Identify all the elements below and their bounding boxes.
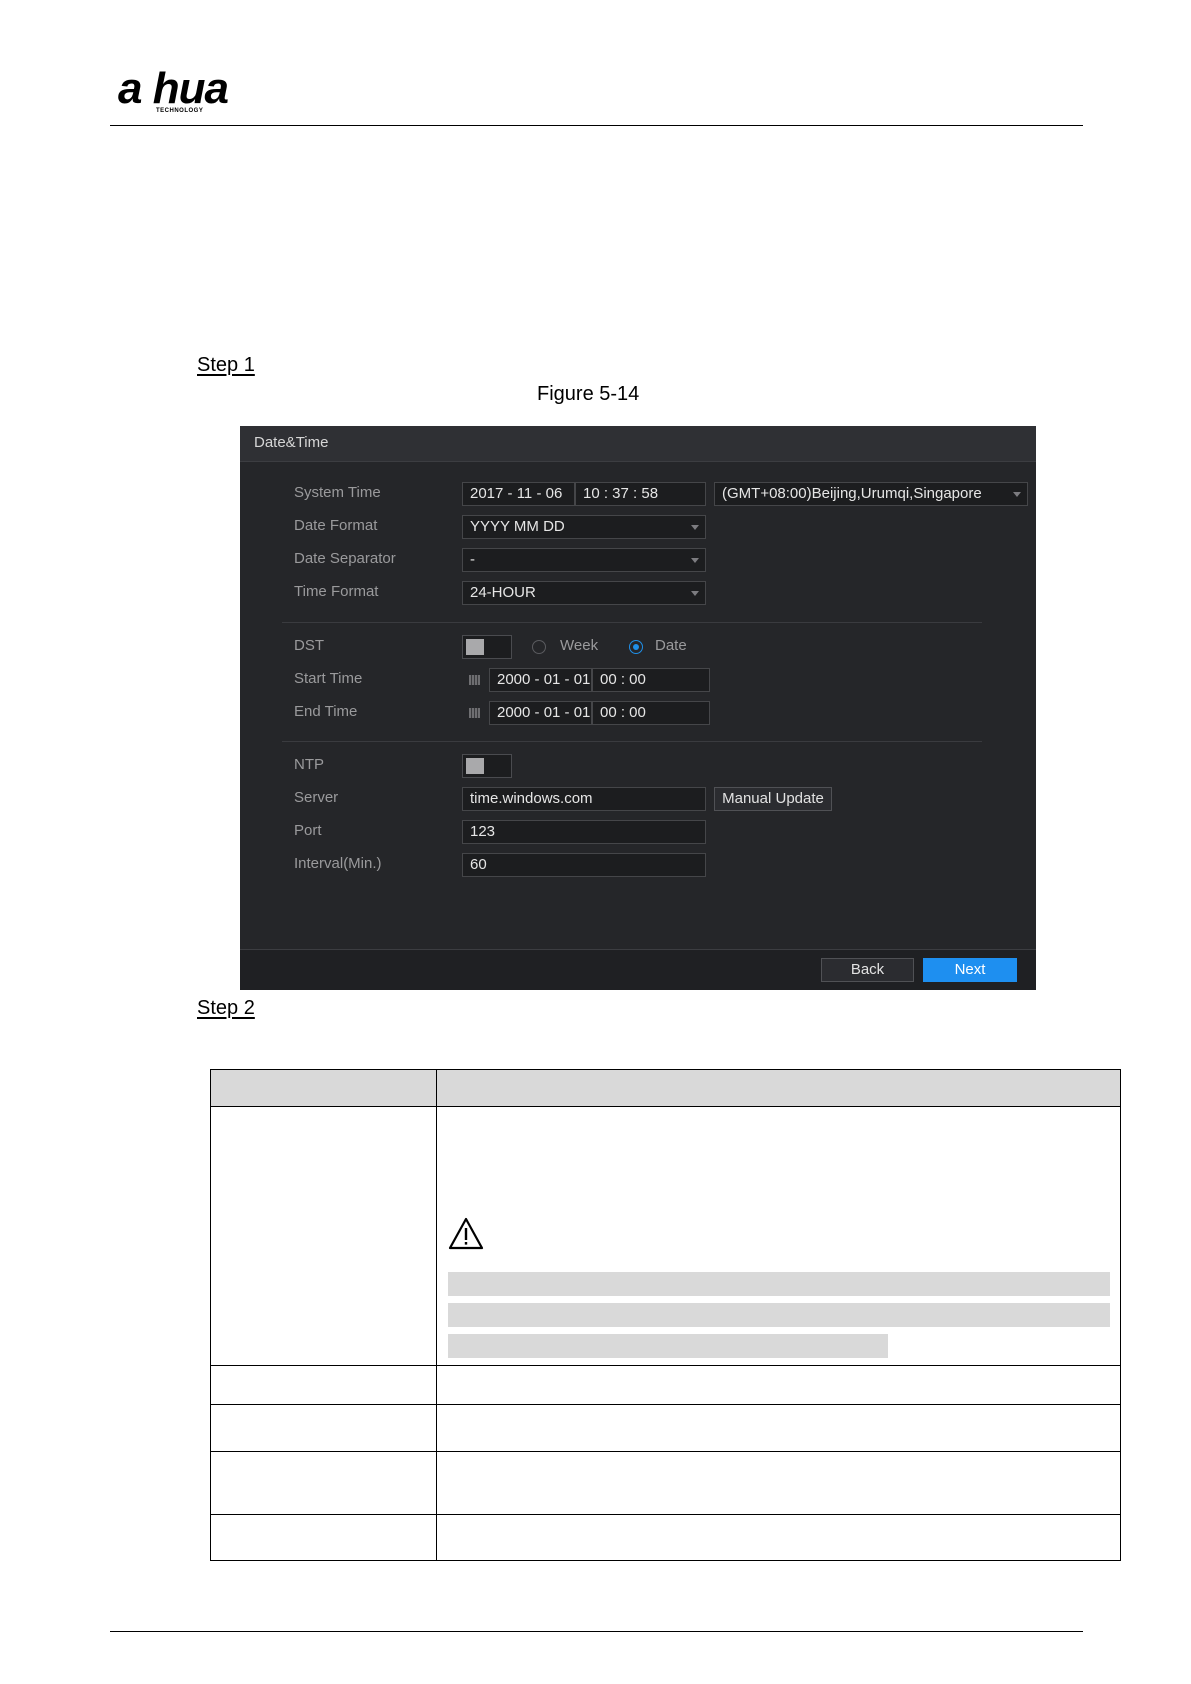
table-header-row <box>210 1069 1121 1106</box>
toggle-knob <box>466 758 484 774</box>
dst-week-label: Week <box>560 637 599 654</box>
start-time-label: Start Time <box>294 670 363 687</box>
system-date-field[interactable]: 2017 - 11 - 06 <box>462 482 575 506</box>
timezone-select[interactable]: (GMT+08:00)Beijing,Urumqi,Singapore <box>714 482 1028 506</box>
header-rule <box>110 125 1083 126</box>
dst-week-radio[interactable] <box>532 640 546 654</box>
date-format-label: Date Format <box>294 517 378 534</box>
date-separator-value: - <box>470 551 475 568</box>
server-field[interactable]: time.windows.com <box>462 787 706 811</box>
step-2-label: Step 2 <box>197 997 255 1019</box>
chevron-down-icon <box>691 525 699 530</box>
logo-wordmark: a hua <box>118 64 229 113</box>
table-border <box>210 1560 1121 1561</box>
timezone-value: (GMT+08:00)Beijing,Urumqi,Singapore <box>722 485 982 502</box>
table-border <box>210 1404 1121 1405</box>
footer-rule <box>110 1631 1083 1632</box>
end-time-label: End Time <box>294 703 358 720</box>
logo-subtext: TECHNOLOGY <box>156 108 204 114</box>
redacted-text-bar <box>448 1272 1110 1296</box>
port-field[interactable]: 123 <box>462 820 706 844</box>
chevron-down-icon <box>691 558 699 563</box>
interval-field[interactable]: 60 <box>462 853 706 877</box>
dst-toggle[interactable] <box>462 635 512 659</box>
chevron-down-icon <box>691 591 699 596</box>
date-format-value: YYYY MM DD <box>470 518 565 535</box>
manual-update-button[interactable]: Manual Update <box>714 787 832 811</box>
chevron-down-icon <box>1013 492 1021 497</box>
radio-selected-dot <box>633 644 639 650</box>
table-border <box>210 1106 1121 1107</box>
date-format-select[interactable]: YYYY MM DD <box>462 515 706 539</box>
figure-caption: Figure 5-14 <box>537 383 640 405</box>
next-button[interactable]: Next <box>923 958 1017 982</box>
calendar-icon[interactable] <box>469 675 480 685</box>
table-border <box>1120 1069 1121 1561</box>
panel-header: Date&Time <box>240 426 1036 462</box>
port-label: Port <box>294 822 322 839</box>
section-divider <box>282 741 982 742</box>
table-border <box>210 1069 1121 1070</box>
parameter-table <box>210 1069 1121 1561</box>
time-format-select[interactable]: 24-HOUR <box>462 581 706 605</box>
toggle-knob <box>466 639 484 655</box>
date-separator-select[interactable]: - <box>462 548 706 572</box>
start-date-field[interactable]: 2000 - 01 - 01 <box>489 668 592 692</box>
dst-date-radio[interactable] <box>629 640 643 654</box>
table-border <box>210 1069 211 1561</box>
dahua-logo: a hua <box>118 64 229 114</box>
dst-label: DST <box>294 637 324 654</box>
time-format-value: 24-HOUR <box>470 584 536 601</box>
table-border <box>436 1069 437 1561</box>
panel-footer: Back Next <box>240 949 1036 990</box>
warning-icon <box>448 1217 484 1250</box>
table-border <box>210 1514 1121 1515</box>
redacted-text-bar <box>448 1303 1110 1327</box>
server-label: Server <box>294 789 339 806</box>
ntp-label: NTP <box>294 756 324 773</box>
back-button[interactable]: Back <box>821 958 914 982</box>
ntp-toggle[interactable] <box>462 754 512 778</box>
system-time-label: System Time <box>294 484 381 501</box>
table-border <box>210 1451 1121 1452</box>
section-divider <box>282 622 982 623</box>
time-format-label: Time Format <box>294 583 379 600</box>
date-time-panel: Date&Time System Time 2017 - 11 - 06 10 … <box>240 426 1036 990</box>
panel-title: Date&Time <box>254 434 329 451</box>
table-border <box>210 1365 1121 1366</box>
redacted-text-bar <box>448 1334 888 1358</box>
end-date-field[interactable]: 2000 - 01 - 01 <box>489 701 592 725</box>
step-1-label: Step 1 <box>197 354 255 376</box>
interval-label: Interval(Min.) <box>294 855 382 872</box>
start-clock-field[interactable]: 00 : 00 <box>592 668 710 692</box>
calendar-icon[interactable] <box>469 708 480 718</box>
end-clock-field[interactable]: 00 : 00 <box>592 701 710 725</box>
dst-date-label: Date <box>655 637 687 654</box>
system-clock-field[interactable]: 10 : 37 : 58 <box>575 482 706 506</box>
date-separator-label: Date Separator <box>294 550 396 567</box>
